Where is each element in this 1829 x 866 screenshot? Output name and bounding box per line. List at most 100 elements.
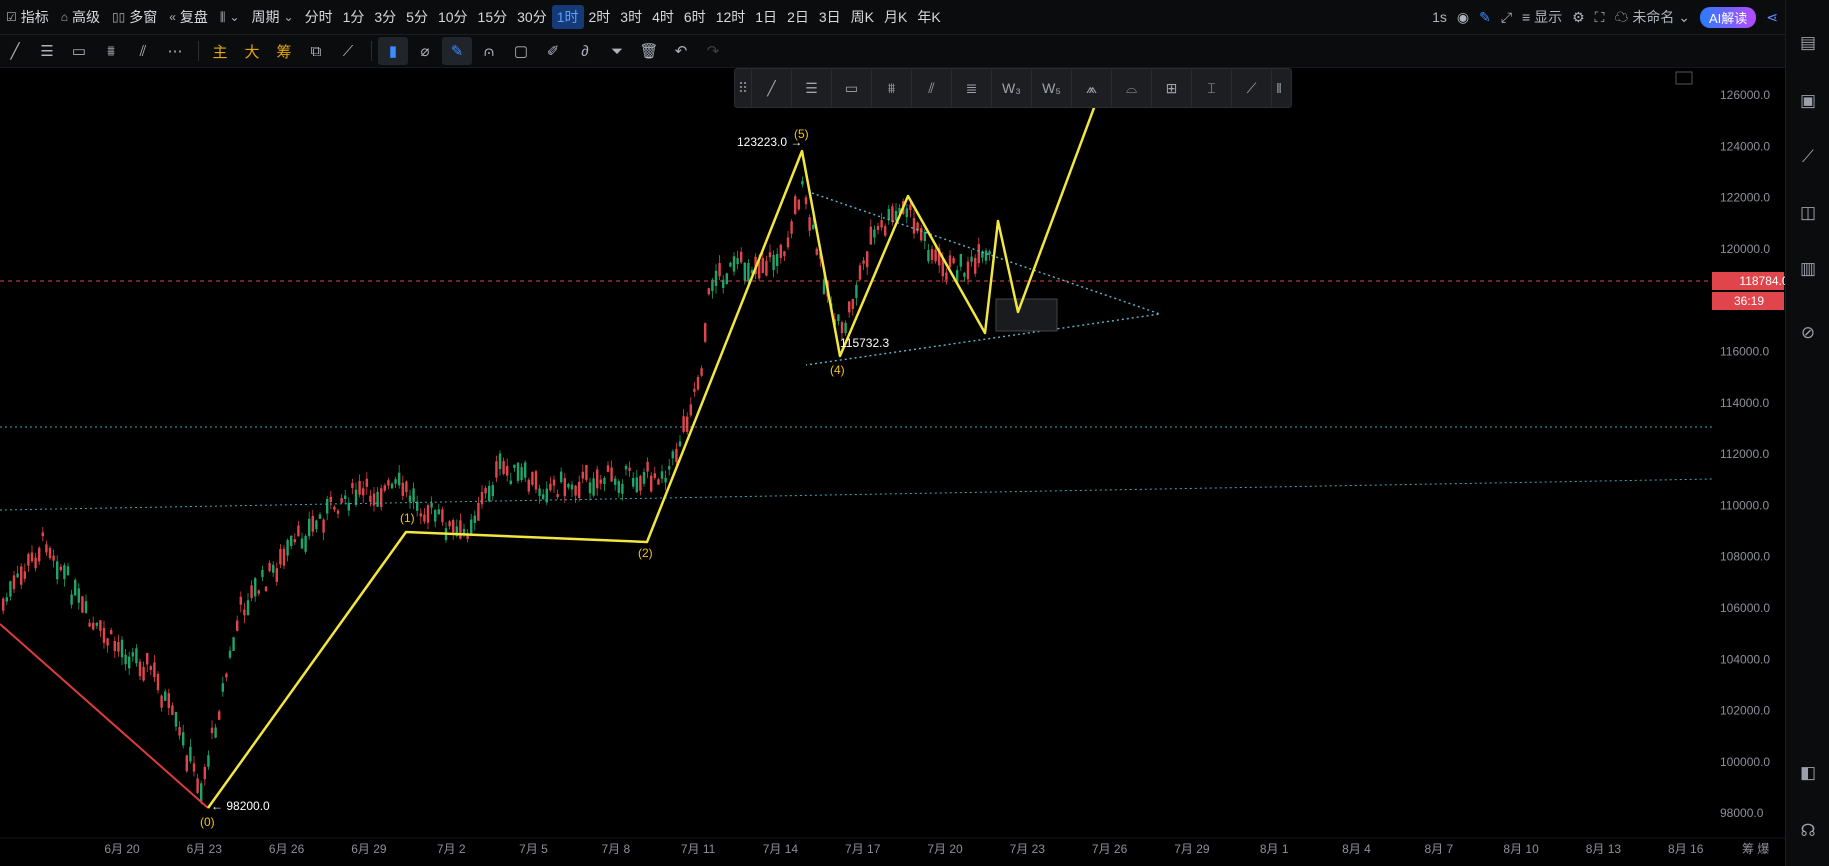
large-order-button[interactable]: 大: [237, 37, 267, 65]
elliott-wave-line[interactable]: [206, 80, 1106, 809]
hline-tool-icon[interactable]: ☰: [32, 37, 62, 65]
period-tab[interactable]: 周K: [846, 5, 879, 29]
cloud-icon: ☁: [1614, 9, 1633, 25]
candle-body: [984, 250, 988, 261]
undo-icon[interactable]: ↶: [666, 37, 696, 65]
analysis-icon[interactable]: ⟋: [1797, 146, 1819, 168]
period-tab[interactable]: 2日: [782, 5, 814, 29]
more-tools-icon[interactable]: ⋯: [160, 37, 190, 65]
candle-body: [423, 514, 426, 522]
measure-tool-icon[interactable]: ⌶: [1192, 69, 1232, 107]
period-tab[interactable]: 月K: [879, 5, 912, 29]
collapse-handle-icon[interactable]: ‖: [1272, 69, 1286, 107]
indicators-button[interactable]: ☑ 指标: [0, 5, 55, 29]
candle-body: [858, 265, 862, 280]
selection-box[interactable]: [995, 298, 1058, 332]
share-icon[interactable]: ⋖: [1766, 9, 1778, 26]
interval-select[interactable]: 1s: [1432, 9, 1447, 25]
period-tab[interactable]: 3日: [814, 5, 846, 29]
candle-body: [344, 495, 347, 499]
pattern-tool-icon[interactable]: ⩩: [872, 69, 912, 107]
chart-type-button[interactable]: ⫼ ⌄: [214, 5, 246, 29]
line-tool-icon[interactable]: ╱: [0, 37, 30, 65]
headset-icon[interactable]: ☊: [1797, 820, 1819, 842]
period-tab[interactable]: 年K: [912, 5, 945, 29]
period-tab[interactable]: 30分: [512, 5, 552, 29]
trend-line[interactable]: [0, 478, 1713, 511]
candle-body: [74, 579, 77, 596]
advanced-button[interactable]: ⌂ 高级: [55, 5, 106, 29]
period-tab[interactable]: 15分: [473, 5, 513, 29]
period-tab[interactable]: 12时: [711, 5, 751, 29]
period-tab[interactable]: 1日: [750, 5, 782, 29]
wallet-icon[interactable]: ▥: [1797, 258, 1819, 280]
period-tab[interactable]: 2时: [584, 5, 616, 29]
period-tab[interactable]: 3时: [615, 5, 647, 29]
fullscreen-icon[interactable]: ⛶: [1595, 9, 1605, 26]
link-icon[interactable]: ∂: [570, 37, 600, 65]
candle-body: [768, 252, 772, 258]
parallel-lines-icon[interactable]: ☰: [792, 69, 832, 107]
trend-tool-icon[interactable]: ⟋: [1232, 69, 1272, 107]
edit-icon[interactable]: ✐: [538, 37, 568, 65]
candle-body: [311, 516, 314, 532]
drawing-pen-icon[interactable]: ✎: [442, 37, 472, 65]
period-tab[interactable]: 5分: [401, 5, 433, 29]
add-box-icon[interactable]: ⊞: [1152, 69, 1192, 107]
document-icon[interactable]: ▤: [1797, 32, 1819, 54]
measure-icon[interactable]: ⟋: [333, 37, 363, 65]
chips-button[interactable]: 筹: [269, 37, 299, 65]
bookmark-icon[interactable]: ▮: [378, 37, 408, 65]
period-tab[interactable]: 4时: [647, 5, 679, 29]
period-tab[interactable]: 1时: [551, 5, 584, 29]
advanced-label: 高级: [72, 9, 101, 25]
pen-icon[interactable]: ✎: [1479, 9, 1491, 26]
channel-tool-icon[interactable]: ⫽: [912, 69, 952, 107]
fib-tool-icon[interactable]: ⫽: [128, 37, 158, 65]
eraser-icon[interactable]: ⌀: [410, 37, 440, 65]
magnet-icon[interactable]: ⩀: [474, 37, 504, 65]
period-tab[interactable]: 分时: [300, 5, 338, 29]
trash-icon[interactable]: 🗑: [634, 37, 664, 65]
settings-icon[interactable]: ⚙: [1572, 9, 1585, 26]
candle-body: [524, 462, 527, 478]
box-tool-icon[interactable]: ▭: [832, 69, 872, 107]
expand-icon[interactable]: ⤢: [1501, 9, 1512, 26]
elliott-tool-icon[interactable]: ⩕: [1072, 69, 1112, 107]
drag-handle-icon[interactable]: ⠿: [735, 69, 752, 107]
candle-body: [210, 727, 214, 733]
period-tab[interactable]: 10分: [433, 5, 473, 29]
ai-analysis-button[interactable]: AI解读: [1699, 6, 1757, 28]
cloud-save-button[interactable]: ☁ 未命名 ⌄: [1614, 7, 1690, 27]
snapshot-icon[interactable]: ⧉: [301, 37, 331, 65]
lock-drawing-icon[interactable]: ▢: [506, 37, 536, 65]
rectangle-tool-icon[interactable]: ▭: [64, 37, 94, 65]
main-indicator-button[interactable]: 主: [205, 37, 235, 65]
fib-levels-icon[interactable]: ≣: [952, 69, 992, 107]
layout-icon[interactable]: ◧: [1797, 762, 1819, 784]
period-tab[interactable]: 1分: [338, 5, 370, 29]
period-tab[interactable]: 3分: [369, 5, 401, 29]
settings-ring-icon[interactable]: ⊘: [1797, 322, 1819, 344]
data-panel-icon[interactable]: ◫: [1797, 202, 1819, 224]
screenshot-icon[interactable]: [1675, 71, 1693, 85]
candle-body: [729, 262, 732, 267]
filter-icon[interactable]: ⏷: [602, 37, 632, 65]
head-shoulders-icon[interactable]: ⌓: [1112, 69, 1152, 107]
wave3-tool-icon[interactable]: W₃: [992, 69, 1032, 107]
calculator-icon[interactable]: ▣: [1797, 90, 1819, 112]
redo-icon[interactable]: ↷: [698, 37, 728, 65]
display-button[interactable]: ≡ 显示: [1522, 7, 1562, 27]
period-tab[interactable]: 6时: [679, 5, 711, 29]
price-chart[interactable]: (0) (1) (2) (5) (4) 123223.0 → ← 98200.0…: [0, 68, 1786, 866]
pattern-tool-icon[interactable]: ⩩: [96, 37, 126, 65]
wave5-tool-icon[interactable]: W₅: [1032, 69, 1072, 107]
ray-tool-icon[interactable]: ╱: [752, 69, 792, 107]
multi-window-button[interactable]: ▯▯ 多窗: [106, 5, 163, 29]
candle-body: [419, 513, 422, 517]
candle-body: [876, 225, 880, 230]
candle-body: [254, 578, 257, 597]
replay-button[interactable]: «复盘: [163, 5, 214, 29]
camera-icon[interactable]: ◉: [1457, 9, 1469, 26]
period-dropdown[interactable]: 周期 ⌄: [246, 5, 300, 29]
